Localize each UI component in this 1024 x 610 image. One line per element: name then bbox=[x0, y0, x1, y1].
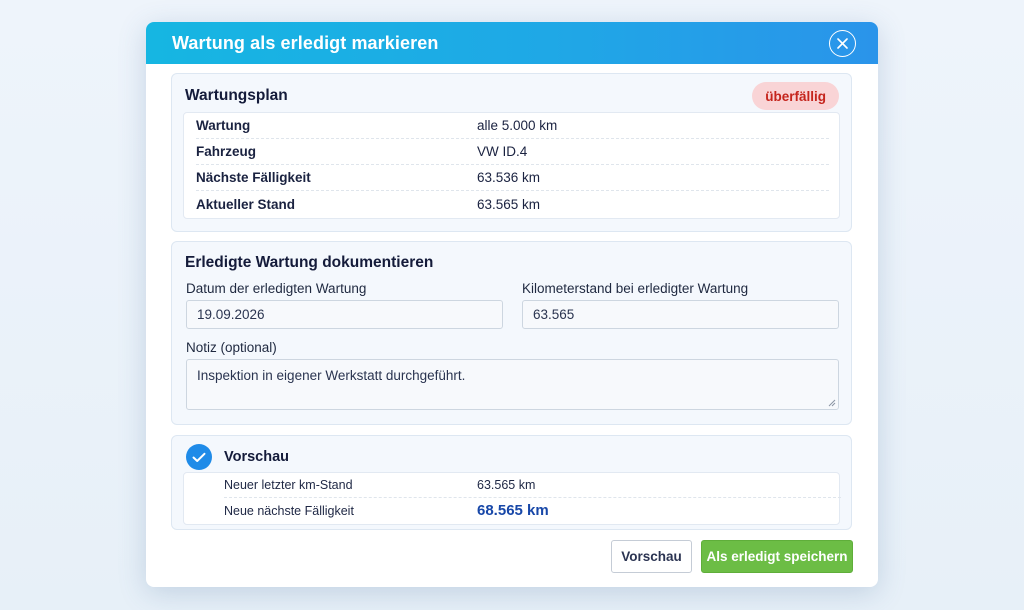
preview-label: Neue nächste Fälligkeit bbox=[224, 503, 354, 518]
checkmark-icon bbox=[192, 452, 206, 462]
row-value: 63.536 km bbox=[477, 170, 541, 185]
row-label: Wartung bbox=[196, 118, 251, 133]
plan-title: Wartungsplan bbox=[185, 87, 288, 104]
note-field[interactable]: Inspektion in eigener Werkstatt durchgef… bbox=[186, 359, 839, 410]
dialog: Wartung als erledigt markieren Wartungsp… bbox=[146, 22, 878, 587]
dialog-header: Wartung als erledigt markieren bbox=[146, 22, 878, 64]
row-label: Nächste Fälligkeit bbox=[196, 170, 311, 185]
resize-grip-icon[interactable] bbox=[827, 398, 836, 407]
date-label: Datum der erledigten Wartung bbox=[186, 281, 367, 296]
row-value: 63.565 km bbox=[477, 196, 541, 212]
preview-label: Neuer letzter km-Stand bbox=[224, 478, 353, 492]
preview-row: Neuer letzter km-Stand 63.565 km bbox=[224, 473, 841, 498]
preview-value: 63.565 km bbox=[477, 478, 536, 492]
form-card: Erledigte Wartung dokumentieren Datum de… bbox=[171, 241, 852, 425]
close-button[interactable] bbox=[829, 30, 856, 57]
check-badge bbox=[186, 444, 212, 470]
form-title: Erledigte Wartung dokumentieren bbox=[185, 254, 434, 271]
row-value: alle 5.000 km bbox=[477, 118, 558, 133]
table-row: Nächste Fälligkeit 63.536 km bbox=[196, 165, 829, 191]
date-field[interactable]: 19.09.2026 bbox=[186, 300, 503, 329]
dialog-title: Wartung als erledigt markieren bbox=[172, 32, 439, 53]
plan-table: Wartung alle 5.000 km Fahrzeug VW ID.4 N… bbox=[183, 112, 840, 219]
row-label: Aktueller Stand bbox=[196, 196, 296, 212]
note-label: Notiz (optional) bbox=[186, 340, 277, 355]
table-row: Aktueller Stand 63.565 km bbox=[196, 191, 829, 217]
note-text: Inspektion in eigener Werkstatt durchgef… bbox=[197, 368, 466, 383]
status-badge: überfällig bbox=[752, 82, 839, 110]
preview-card: Vorschau Neuer letzter km-Stand 63.565 k… bbox=[171, 435, 852, 530]
close-icon bbox=[837, 38, 848, 49]
row-value: VW ID.4 bbox=[477, 144, 528, 159]
table-row: Wartung alle 5.000 km bbox=[196, 113, 829, 139]
plan-card: Wartungsplan überfällig Wartung alle 5.0… bbox=[171, 73, 852, 232]
row-label: Fahrzeug bbox=[196, 144, 257, 159]
preview-row: Neue nächste Fälligkeit 68.565 km bbox=[224, 498, 841, 523]
preview-button[interactable]: Vorschau bbox=[611, 540, 692, 573]
km-field[interactable]: 63.565 bbox=[522, 300, 839, 329]
next-due-value: 68.565 km bbox=[477, 502, 549, 519]
table-row: Fahrzeug VW ID.4 bbox=[196, 139, 829, 165]
save-button[interactable]: Als erledigt speichern bbox=[701, 540, 853, 573]
km-label: Kilometerstand bei erledigter Wartung bbox=[522, 281, 749, 296]
preview-title: Vorschau bbox=[224, 449, 290, 465]
